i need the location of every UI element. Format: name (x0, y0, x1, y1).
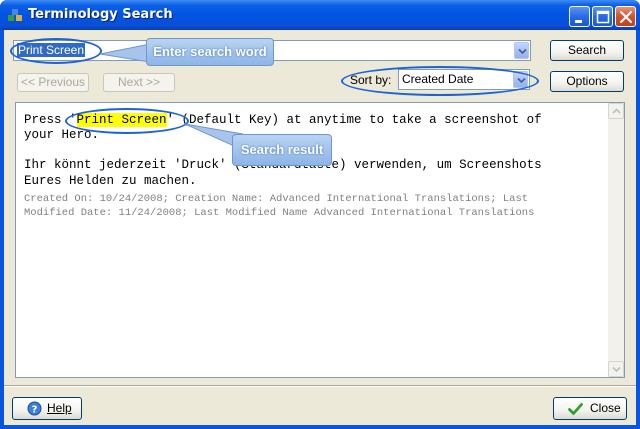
result-meta-line-1: Created On: 10/24/2008; Creation Name: A… (24, 193, 529, 205)
checkmark-icon (568, 403, 583, 415)
next-button[interactable]: Next >> (103, 73, 175, 92)
chevron-down-icon (518, 48, 527, 55)
help-icon: ? (27, 401, 42, 416)
scroll-up-button[interactable] (608, 103, 624, 119)
chevron-up-icon (612, 108, 621, 114)
search-button[interactable]: Search (550, 40, 624, 61)
help-label: Help (47, 401, 72, 415)
close-label: Close (590, 401, 621, 415)
window-title: Terminology Search (28, 7, 173, 22)
help-button[interactable]: ? Help (12, 397, 82, 420)
search-result-highlight-ellipse (65, 108, 189, 134)
close-icon (619, 10, 633, 24)
dialog-body: Print Screen Search << Previous Next >> … (4, 30, 636, 425)
previous-button[interactable]: << Previous (17, 73, 89, 92)
maximize-button[interactable] (592, 6, 613, 27)
result-meta-line-2: Modified Date: 11/24/2008; Last Modified… (24, 207, 535, 219)
scroll-down-button[interactable] (608, 361, 624, 377)
chevron-down-icon (612, 366, 621, 373)
close-window-button[interactable] (615, 6, 636, 27)
svg-text:?: ? (32, 405, 38, 416)
callout-search-result: Search result (232, 134, 332, 166)
callout-search-word: Enter search word (146, 38, 274, 66)
options-button[interactable]: Options (550, 71, 624, 92)
callout-pointer (99, 43, 150, 63)
result-line-4: Eures Helden zu machen. (24, 174, 197, 188)
minimize-icon (575, 20, 582, 23)
search-input-highlight-ellipse (10, 38, 102, 64)
window: Terminology Search Print Screen Search <… (0, 0, 640, 429)
sort-highlight-ellipse (341, 66, 539, 96)
vertical-scrollbar[interactable] (608, 103, 624, 377)
close-button[interactable]: Close (553, 397, 627, 420)
app-icon (8, 9, 22, 21)
title-bar[interactable]: Terminology Search (0, 0, 640, 30)
search-dropdown-button[interactable] (514, 42, 529, 59)
footer-divider-highlight (4, 386, 636, 387)
minimize-button[interactable] (569, 6, 590, 27)
maximize-icon (596, 10, 610, 24)
